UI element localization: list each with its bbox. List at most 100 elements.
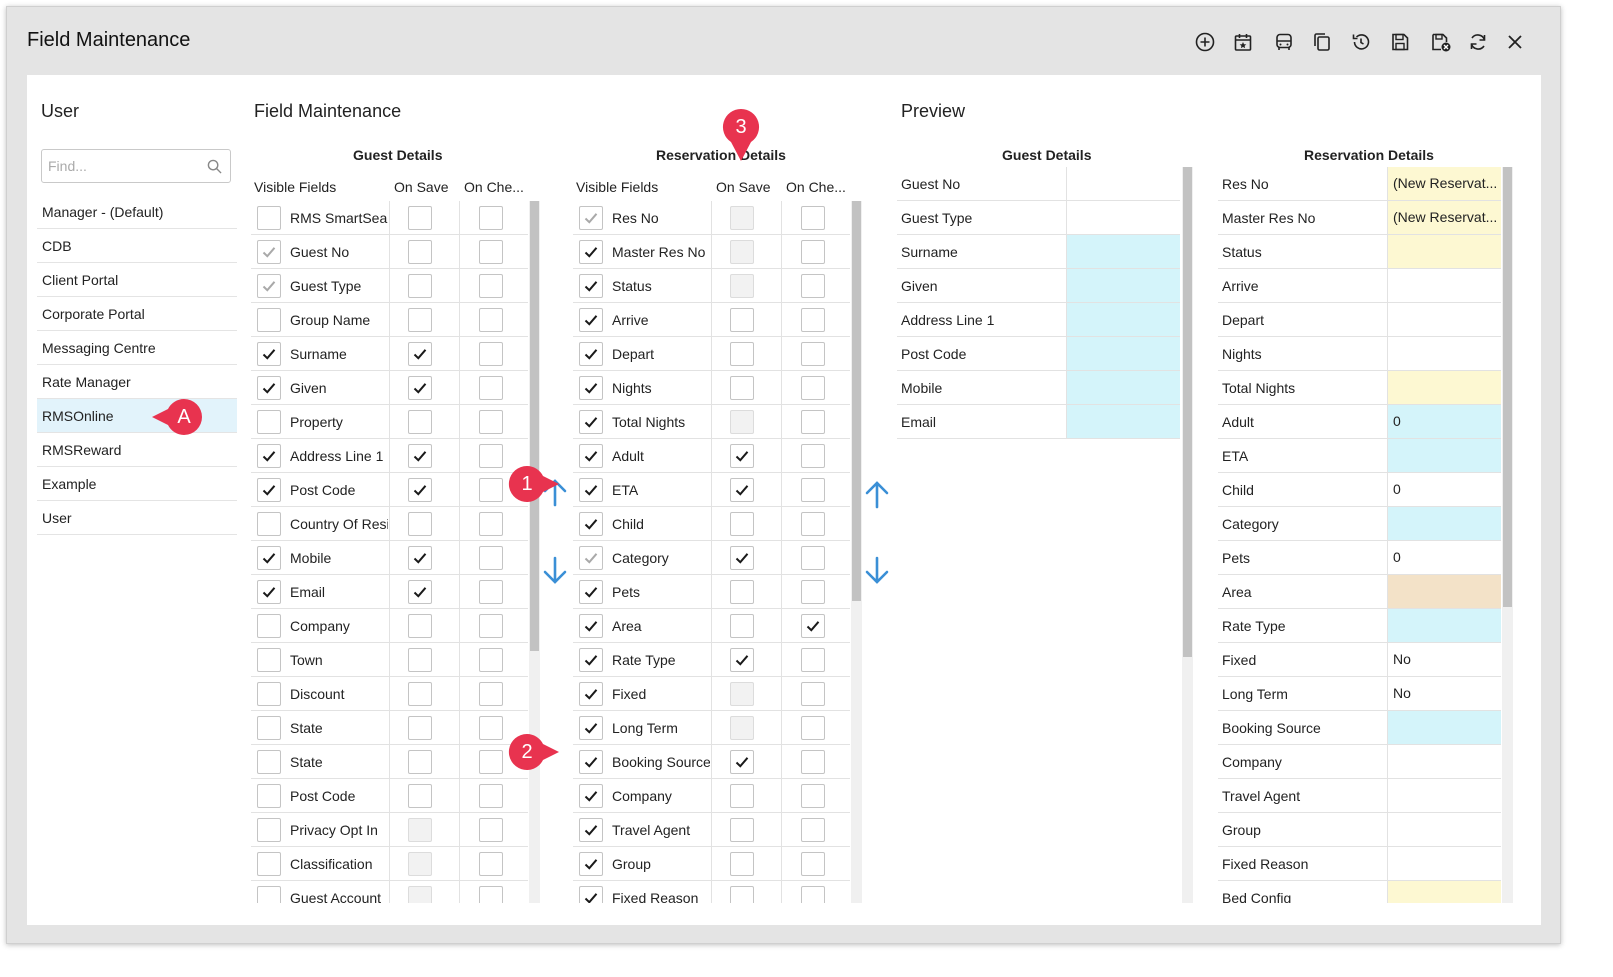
reservation-field-on-checkin-checkbox[interactable] (801, 274, 825, 298)
reservation-field-visible-checkbox[interactable] (579, 444, 603, 468)
preview-reservation-field-value[interactable] (1387, 235, 1501, 268)
preview-guest-field-value[interactable] (1066, 269, 1180, 302)
user-item-rmsonline[interactable]: RMSOnline (37, 399, 237, 433)
guest-field-visible-checkbox[interactable] (257, 614, 281, 638)
guest-field-visible-checkbox[interactable] (257, 478, 281, 502)
guest-field-on-save-checkbox[interactable] (408, 682, 432, 706)
guest-field-on-save-checkbox[interactable] (408, 206, 432, 230)
save-close-icon[interactable] (1428, 29, 1454, 55)
guest-field-visible-checkbox[interactable] (257, 342, 281, 366)
bus-icon[interactable] (1271, 29, 1297, 55)
reservation-field-on-save-checkbox[interactable] (730, 376, 754, 400)
preview-reservation-field-value[interactable]: (New Reservat... (1387, 167, 1501, 200)
reservation-field-visible-checkbox[interactable] (579, 308, 603, 332)
reservation-field-on-save-checkbox[interactable] (730, 614, 754, 638)
guest-field-on-checkin-checkbox[interactable] (479, 886, 503, 903)
reservation-field-on-checkin-checkbox[interactable] (801, 478, 825, 502)
reservation-field-visible-checkbox[interactable] (579, 342, 603, 366)
preview-guest-field-value[interactable] (1066, 405, 1180, 438)
reservation-field-visible-checkbox[interactable] (579, 614, 603, 638)
user-item-manager-default[interactable]: Manager - (Default) (37, 195, 237, 229)
guest-field-visible-checkbox[interactable] (257, 580, 281, 604)
reservation-field-on-checkin-checkbox[interactable] (801, 410, 825, 434)
reservation-field-on-save-checkbox[interactable] (730, 818, 754, 842)
guest-field-visible-checkbox[interactable] (257, 444, 281, 468)
preview-reservation-field-value[interactable] (1387, 813, 1501, 846)
reservation-field-visible-checkbox[interactable] (579, 512, 603, 536)
reservation-field-on-save-checkbox[interactable] (730, 342, 754, 366)
add-icon[interactable] (1192, 29, 1218, 55)
user-item-rate-manager[interactable]: Rate Manager (37, 365, 237, 399)
guest-field-on-checkin-checkbox[interactable] (479, 614, 503, 638)
guest-field-on-checkin-checkbox[interactable] (479, 852, 503, 876)
guest-field-on-save-checkbox[interactable] (408, 750, 432, 774)
user-search-input[interactable] (42, 150, 192, 182)
guest-field-visible-checkbox[interactable] (257, 512, 281, 536)
reservation-field-visible-checkbox[interactable] (579, 478, 603, 502)
guest-field-visible-checkbox[interactable] (257, 308, 281, 332)
preview-reservation-field-value[interactable] (1387, 507, 1501, 540)
reservation-field-on-checkin-checkbox[interactable] (801, 886, 825, 903)
save-icon[interactable] (1387, 29, 1413, 55)
guest-field-on-checkin-checkbox[interactable] (479, 376, 503, 400)
guest-field-on-checkin-checkbox[interactable] (479, 444, 503, 468)
reservation-field-on-checkin-checkbox[interactable] (801, 784, 825, 808)
preview-reservation-field-value[interactable] (1387, 269, 1501, 302)
guest-field-on-checkin-checkbox[interactable] (479, 478, 503, 502)
preview-reservation-field-value[interactable] (1387, 711, 1501, 744)
user-item-rmsreward[interactable]: RMSReward (37, 433, 237, 467)
reservation-move-up-arrow-icon[interactable] (862, 480, 892, 510)
reservation-field-on-checkin-checkbox[interactable] (801, 750, 825, 774)
guest-field-on-checkin-checkbox[interactable] (479, 580, 503, 604)
preview-guest-field-value[interactable] (1066, 201, 1180, 234)
guest-field-on-checkin-checkbox[interactable] (479, 818, 503, 842)
user-item-messaging-centre[interactable]: Messaging Centre (37, 331, 237, 365)
reservation-field-on-save-checkbox[interactable] (730, 444, 754, 468)
guest-field-on-save-checkbox[interactable] (408, 716, 432, 740)
reservation-field-visible-checkbox[interactable] (579, 716, 603, 740)
guest-field-on-checkin-checkbox[interactable] (479, 750, 503, 774)
guest-field-on-save-checkbox[interactable] (408, 478, 432, 502)
guest-field-on-save-checkbox[interactable] (408, 308, 432, 332)
reservation-field-visible-checkbox[interactable] (579, 750, 603, 774)
reservation-field-visible-checkbox[interactable] (579, 886, 603, 903)
preview-guest-field-value[interactable] (1066, 337, 1180, 370)
reservation-field-on-save-checkbox[interactable] (730, 750, 754, 774)
reservation-field-on-save-checkbox[interactable] (730, 546, 754, 570)
reservation-field-visible-checkbox[interactable] (579, 376, 603, 400)
reservation-field-on-save-checkbox[interactable] (730, 478, 754, 502)
preview-guest-scrollbar[interactable] (1182, 167, 1193, 903)
guest-field-on-save-checkbox[interactable] (408, 580, 432, 604)
guest-field-on-checkin-checkbox[interactable] (479, 512, 503, 536)
guest-field-on-save-checkbox[interactable] (408, 648, 432, 672)
reservation-field-visible-checkbox[interactable] (579, 410, 603, 434)
guest-field-visible-checkbox[interactable] (257, 852, 281, 876)
guest-field-on-checkin-checkbox[interactable] (479, 274, 503, 298)
guest-field-on-save-checkbox[interactable] (408, 342, 432, 366)
preview-reservation-field-value[interactable] (1387, 847, 1501, 880)
reservation-field-visible-checkbox[interactable] (579, 682, 603, 706)
user-item-corporate-portal[interactable]: Corporate Portal (37, 297, 237, 331)
preview-reservation-field-value[interactable] (1387, 371, 1501, 404)
reservation-field-visible-checkbox[interactable] (579, 818, 603, 842)
preview-reservation-field-value[interactable]: 0 (1387, 473, 1501, 506)
guest-grid-scrollbar[interactable] (529, 201, 540, 903)
guest-field-visible-checkbox[interactable] (257, 886, 281, 903)
guest-field-on-checkin-checkbox[interactable] (479, 682, 503, 706)
user-item-example[interactable]: Example (37, 467, 237, 501)
preview-reservation-field-value[interactable]: (New Reservat... (1387, 201, 1501, 234)
preview-reservation-field-value[interactable] (1387, 609, 1501, 642)
user-item-client-portal[interactable]: Client Portal (37, 263, 237, 297)
close-icon[interactable] (1502, 29, 1528, 55)
reservation-field-on-checkin-checkbox[interactable] (801, 308, 825, 332)
reservation-field-visible-checkbox[interactable] (579, 240, 603, 264)
reservation-field-on-checkin-checkbox[interactable] (801, 614, 825, 638)
reservation-field-visible-checkbox[interactable] (579, 274, 603, 298)
preview-reservation-field-value[interactable] (1387, 439, 1501, 472)
reservation-field-on-checkin-checkbox[interactable] (801, 342, 825, 366)
reservation-field-on-save-checkbox[interactable] (730, 852, 754, 876)
guest-field-visible-checkbox[interactable] (257, 818, 281, 842)
guest-move-down-arrow-icon[interactable] (540, 555, 570, 585)
preview-guest-field-value[interactable] (1066, 235, 1180, 268)
preview-reservation-field-value[interactable] (1387, 745, 1501, 778)
